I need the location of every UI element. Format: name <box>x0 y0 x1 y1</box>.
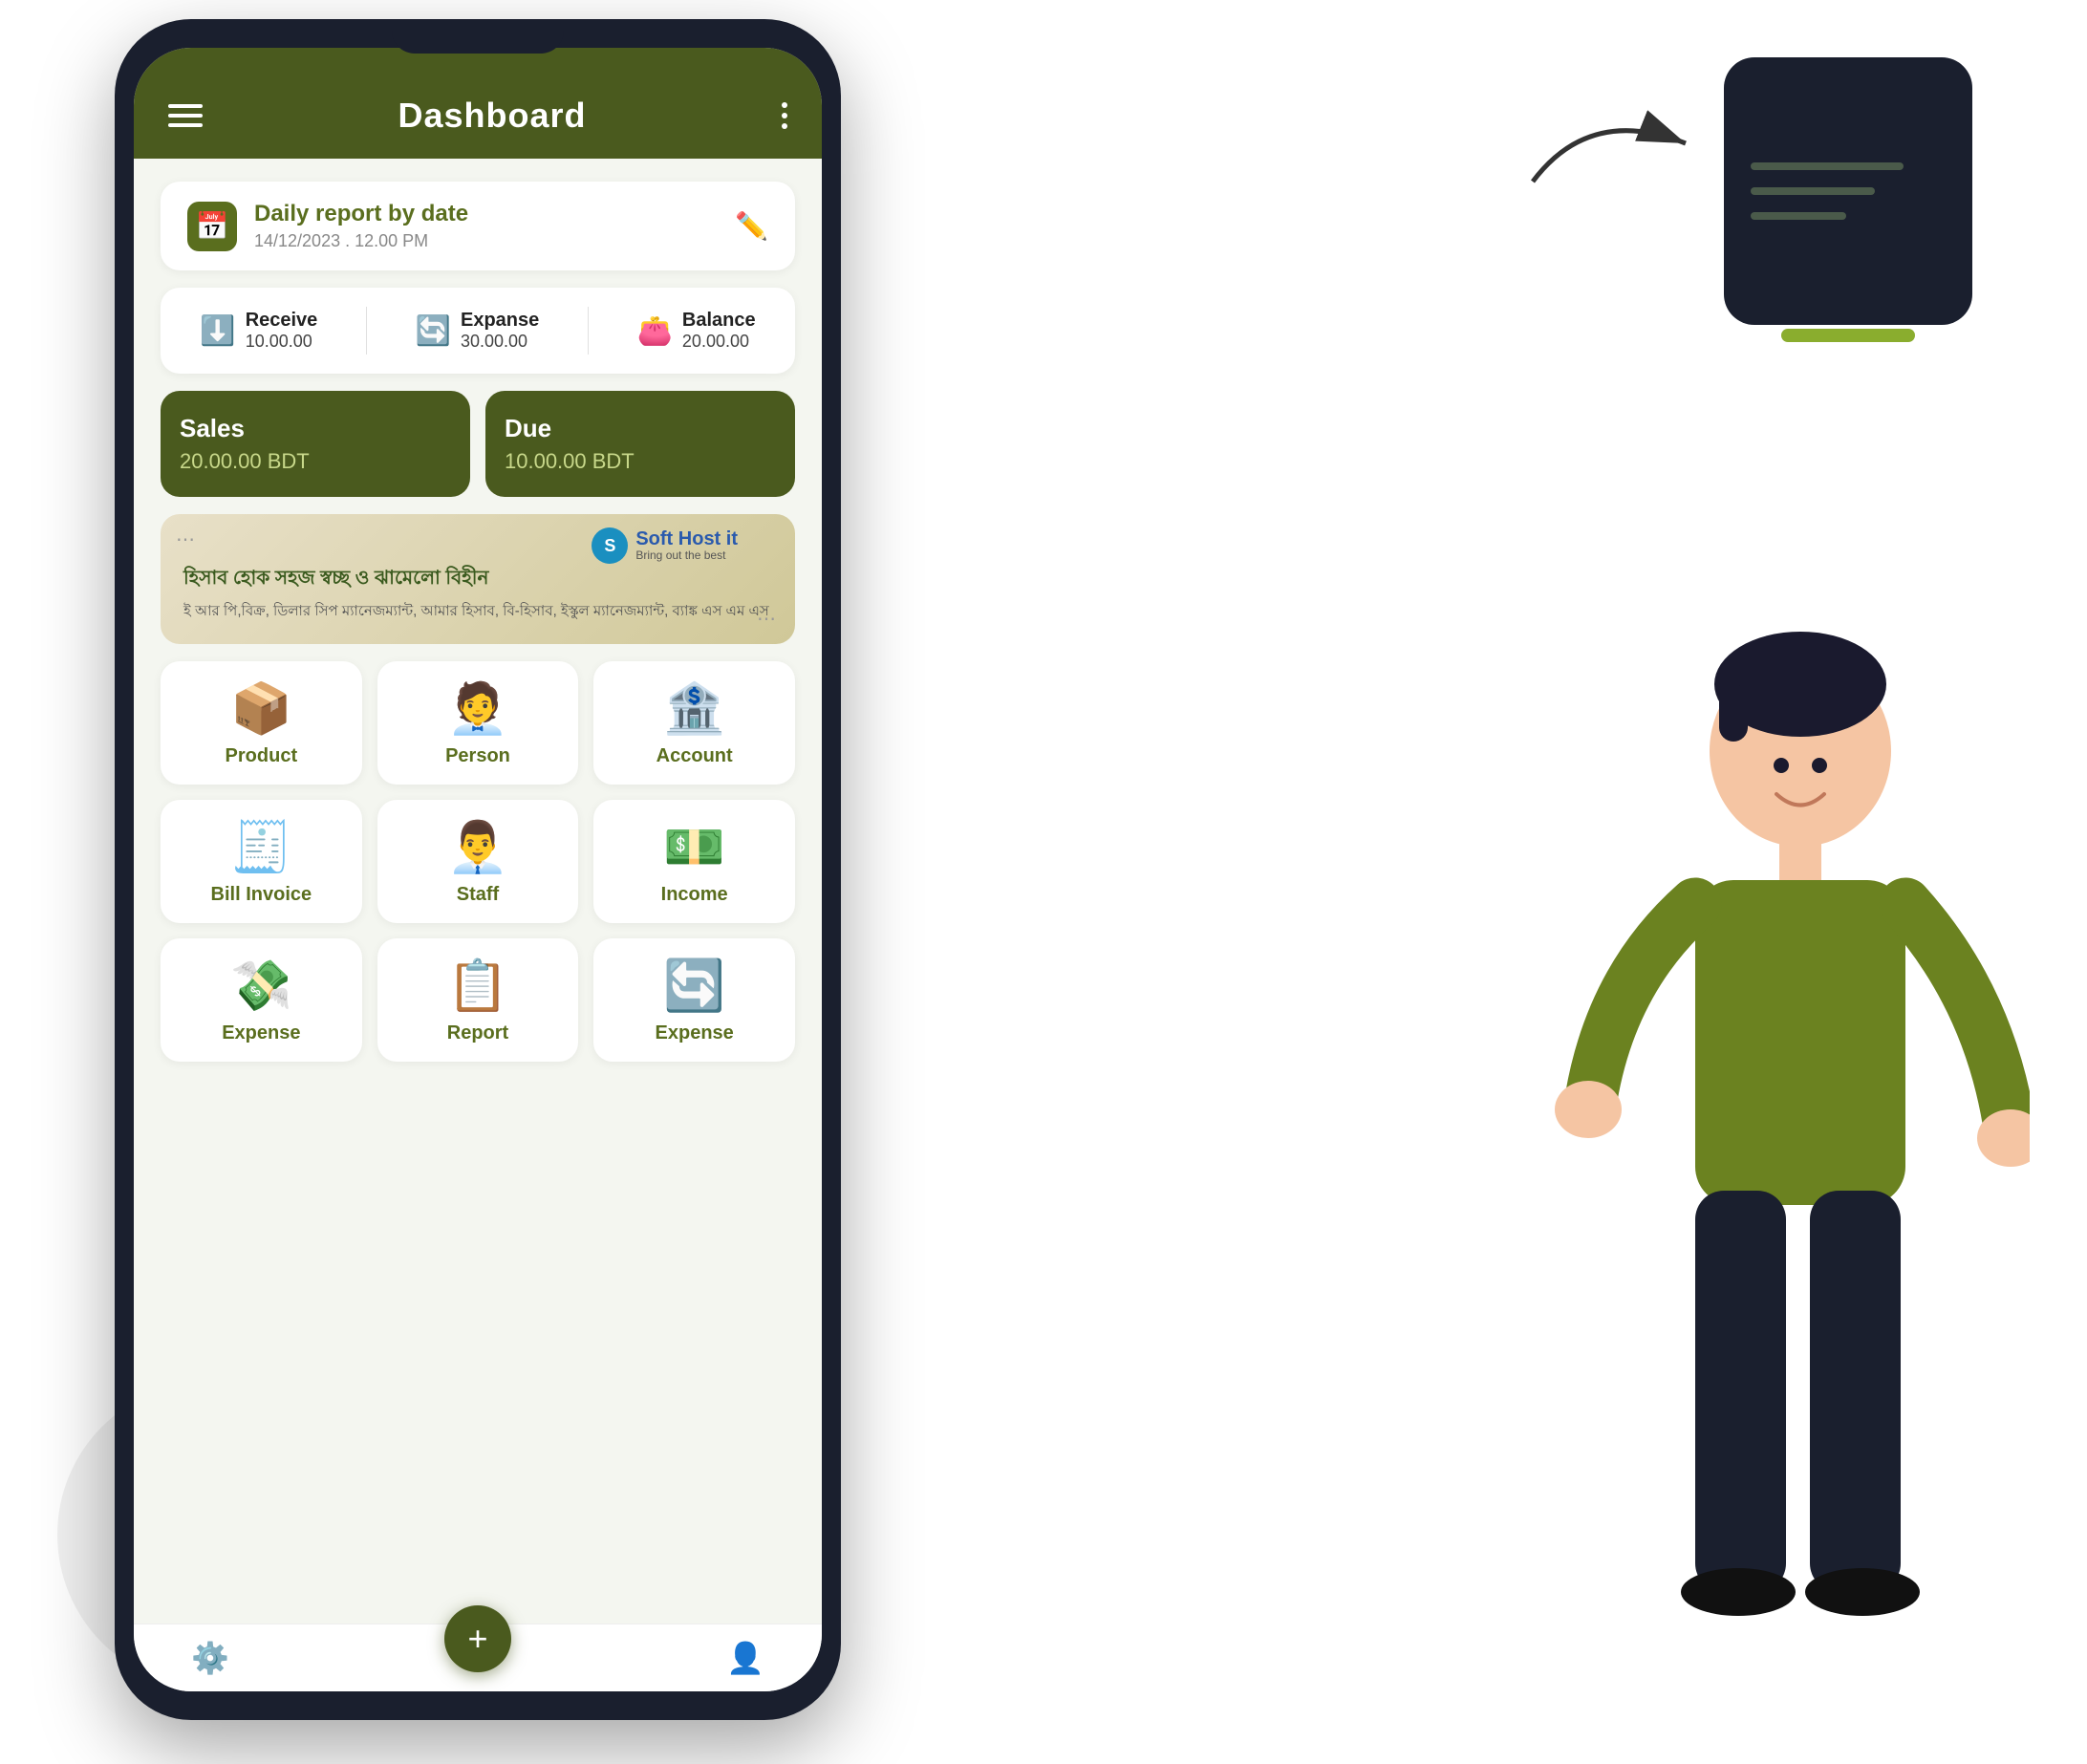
sales-due-row: Sales 20.00.00 BDT Due 10.00.00 BDT <box>161 391 795 497</box>
note-accent <box>1781 329 1915 342</box>
expanse-value: 30.00.00 <box>461 332 539 352</box>
balance-value: 20.00.00 <box>682 332 756 352</box>
due-label: Due <box>505 414 776 443</box>
note-line-2 <box>1751 187 1875 195</box>
product-label: Product <box>226 745 298 767</box>
income-label: Income <box>661 884 728 906</box>
expense2-label: Expense <box>656 1022 734 1044</box>
stat-divider-1 <box>366 307 367 355</box>
phone-content: 📅 Daily report by date 14/12/2023 . 12.0… <box>134 159 822 1624</box>
due-card[interactable]: Due 10.00.00 BDT <box>485 391 795 497</box>
banner-main-text: হিসাব হোক সহজ স্বচ্ছ ও ঝামেলো বিহীন <box>183 564 772 595</box>
bottom-nav: ⚙️ 👤 + <box>134 1624 822 1691</box>
daily-report-date: 14/12/2023 . 12.00 PM <box>254 231 468 251</box>
phone-device: Dashboard 📅 Daily report by date 14/12/ <box>115 19 841 1720</box>
account-icon: 🏦 <box>663 684 725 734</box>
banner-logo-name: Soft Host it <box>635 528 738 549</box>
due-value: 10.00.00 BDT <box>505 449 776 474</box>
staff-icon: 👨‍💼 <box>447 823 509 872</box>
menu-item-staff[interactable]: 👨‍💼 Staff <box>377 800 579 923</box>
phone-wrapper: Dashboard 📅 Daily report by date 14/12/ <box>115 19 860 1739</box>
receive-label: Receive <box>246 310 318 332</box>
bill-invoice-label: Bill Invoice <box>211 884 312 906</box>
menu-grid: 📦 Product 🧑‍💼 Person 🏦 Account 🧾 <box>161 661 795 1062</box>
header-title: Dashboard <box>398 96 586 136</box>
calendar-icon: 📅 <box>187 202 237 251</box>
sales-label: Sales <box>180 414 451 443</box>
account-label: Account <box>656 745 733 767</box>
staff-label: Staff <box>457 884 499 906</box>
edit-icon[interactable]: ✏️ <box>735 210 768 242</box>
menu-item-report[interactable]: 📋 Report <box>377 938 579 1062</box>
menu-item-expense1[interactable]: 💸 Expense <box>161 938 362 1062</box>
report-icon: 📋 <box>447 961 509 1011</box>
expense1-label: Expense <box>222 1022 300 1044</box>
menu-item-person[interactable]: 🧑‍💼 Person <box>377 661 579 785</box>
stat-receive: ⬇️ Receive 10.00.00 <box>200 310 317 352</box>
daily-report-left: 📅 Daily report by date 14/12/2023 . 12.0… <box>187 201 468 251</box>
banner-dots-right: ⋯ <box>757 607 780 631</box>
receive-icon: ⬇️ <box>200 314 235 348</box>
daily-report-text: Daily report by date 14/12/2023 . 12.00 … <box>254 201 468 251</box>
banner-logo-text: Soft Host it Bring out the best <box>635 528 738 562</box>
report-label: Report <box>447 1022 508 1044</box>
arrow-icon <box>1514 86 1724 201</box>
banner-sub-text: ই আর পি,বিক্র, ডিলার সিপ ম্যানেজম্যান্ট,… <box>183 601 772 621</box>
stats-row: ⬇️ Receive 10.00.00 🔄 Expanse 30.00.0 <box>161 288 795 374</box>
stat-balance: 👛 Balance 20.00.00 <box>637 310 756 352</box>
profile-nav-icon[interactable]: 👤 <box>726 1640 764 1676</box>
stat-divider-2 <box>588 307 589 355</box>
daily-report-title: Daily report by date <box>254 201 468 227</box>
phone-screen: Dashboard 📅 Daily report by date 14/12/ <box>134 48 822 1691</box>
person-icon: 🧑‍💼 <box>447 684 509 734</box>
menu-item-income[interactable]: 💵 Income <box>593 800 795 923</box>
receive-value: 10.00.00 <box>246 332 318 352</box>
menu-item-expense2[interactable]: 🔄 Expense <box>593 938 795 1062</box>
expense2-icon: 🔄 <box>663 961 725 1011</box>
banner-logo: S Soft Host it Bring out the best <box>592 527 738 564</box>
app-header: Dashboard <box>134 48 822 159</box>
sales-value: 20.00.00 BDT <box>180 449 451 474</box>
menu-icon[interactable] <box>168 104 203 127</box>
person-svg <box>1437 579 2030 1726</box>
banner-logo-icon: S <box>592 527 628 564</box>
expanse-text: Expanse 30.00.00 <box>461 310 539 352</box>
more-options-icon[interactable] <box>782 102 787 129</box>
product-icon: 📦 <box>230 684 292 734</box>
note-line-1 <box>1751 162 1904 170</box>
bill-invoice-icon: 🧾 <box>230 823 292 872</box>
menu-item-bill-invoice[interactable]: 🧾 Bill Invoice <box>161 800 362 923</box>
phone-notch <box>392 19 564 54</box>
receive-text: Receive 10.00.00 <box>246 310 318 352</box>
expense1-icon: 💸 <box>230 961 292 1011</box>
note-line-3 <box>1751 212 1846 220</box>
stat-expanse: 🔄 Expanse 30.00.00 <box>416 310 540 352</box>
fab-plus-icon: + <box>467 1619 487 1659</box>
daily-report-card[interactable]: 📅 Daily report by date 14/12/2023 . 12.0… <box>161 182 795 270</box>
fab-add-button[interactable]: + <box>444 1605 511 1672</box>
person-label: Person <box>445 745 510 767</box>
scene: Dashboard 📅 Daily report by date 14/12/ <box>0 0 2087 1764</box>
settings-nav-icon[interactable]: ⚙️ <box>191 1640 229 1676</box>
person-illustration <box>1437 579 2030 1726</box>
balance-label: Balance <box>682 310 756 332</box>
banner-logo-tagline: Bring out the best <box>635 549 738 562</box>
expanse-icon: 🔄 <box>416 314 451 348</box>
banner-card: ⋯ S Soft Host it Bring out the best হিসা… <box>161 514 795 644</box>
balance-text: Balance 20.00.00 <box>682 310 756 352</box>
income-icon: 💵 <box>663 823 725 872</box>
banner-dots-left: ⋯ <box>176 527 199 551</box>
menu-item-product[interactable]: 📦 Product <box>161 661 362 785</box>
balance-icon: 👛 <box>637 314 673 348</box>
expanse-label: Expanse <box>461 310 539 332</box>
sales-card[interactable]: Sales 20.00.00 BDT <box>161 391 470 497</box>
note-card <box>1724 57 1972 325</box>
menu-item-account[interactable]: 🏦 Account <box>593 661 795 785</box>
